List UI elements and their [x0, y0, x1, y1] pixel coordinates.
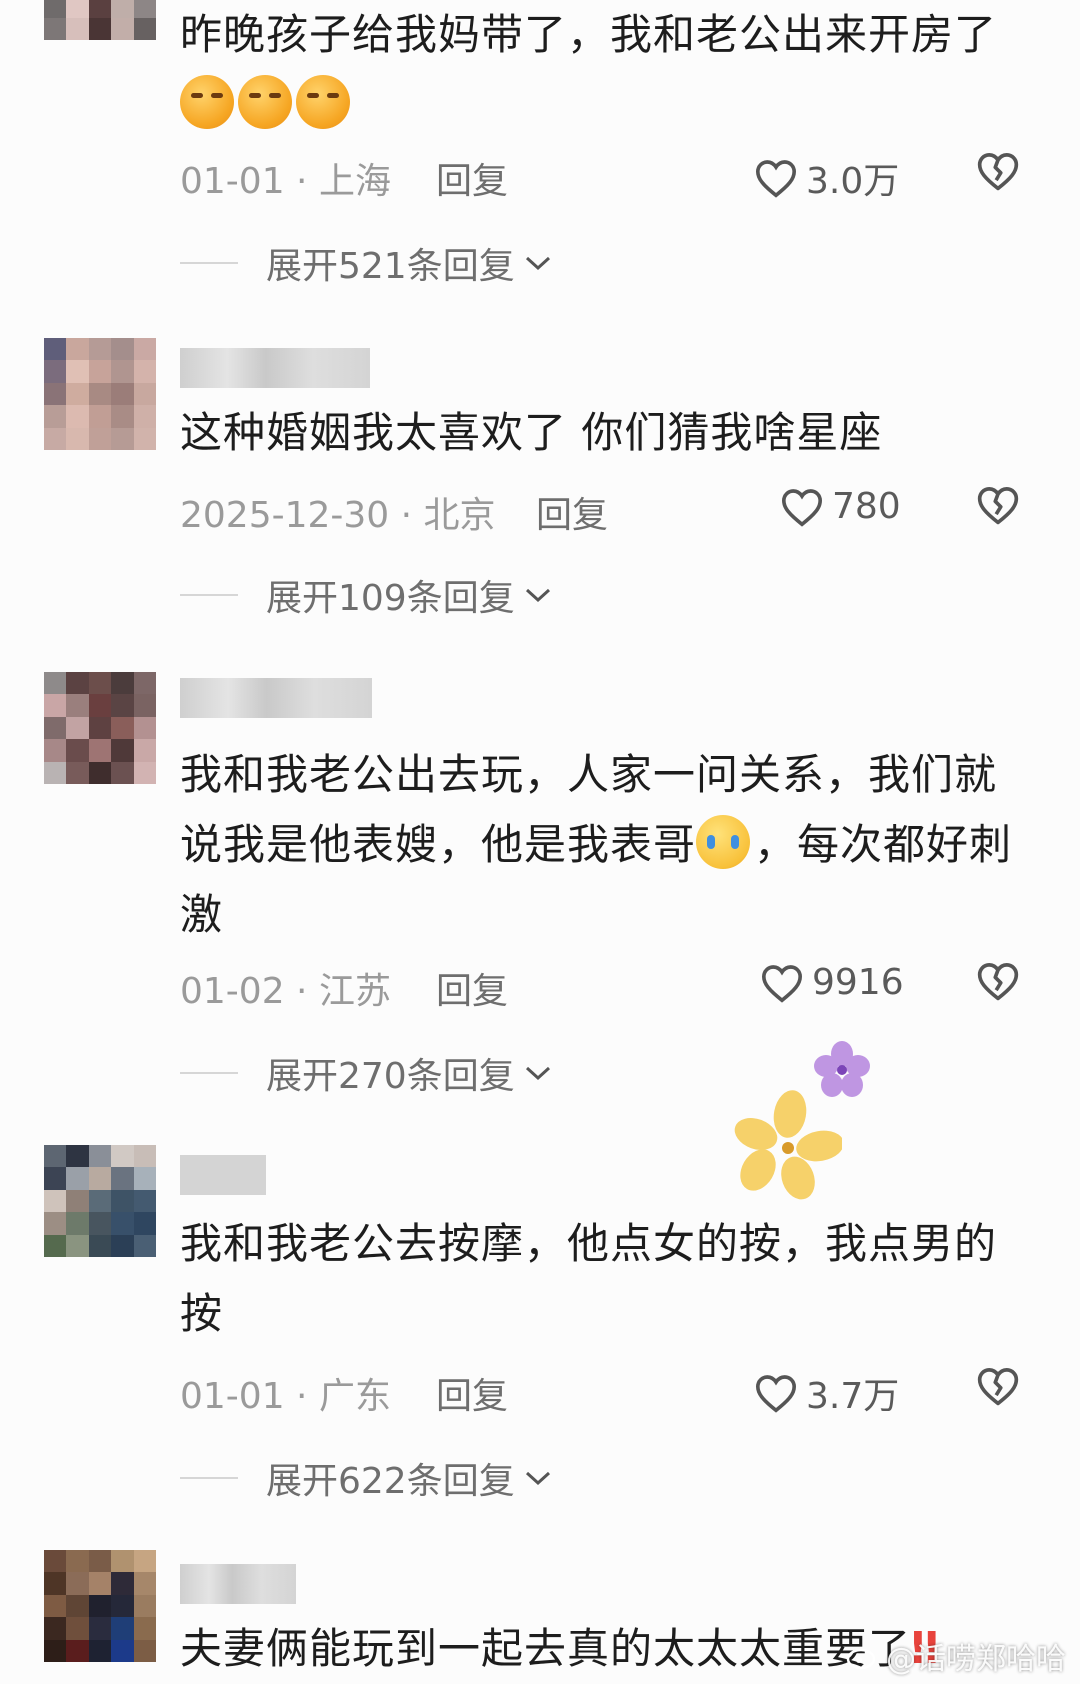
- avatar[interactable]: [44, 338, 156, 450]
- like-button[interactable]: 780: [780, 486, 901, 527]
- comment-text: 我和我老公出去玩，人家一问关系，我们就说我是他表嫂，他是我表哥 ，每次都好刺激: [180, 750, 1013, 939]
- date-location: 01-02 · 江苏: [180, 971, 391, 1012]
- comment-text: 昨晚孩子给我妈带了，我和老公出来开房了: [180, 0, 1020, 140]
- reply-button[interactable]: 回复: [436, 152, 508, 204]
- chevron-down-icon: [525, 1471, 550, 1486]
- comment-meta: 2025-12-30 · 北京 回复 780: [180, 486, 1040, 536]
- avatar[interactable]: [44, 1145, 156, 1257]
- date-location: 01-01 · 上海: [180, 161, 391, 202]
- like-button[interactable]: 9916: [760, 962, 904, 1003]
- divider: [180, 1072, 238, 1074]
- chevron-down-icon: [525, 1066, 550, 1081]
- sleepy-face-emoji-icon: [238, 75, 292, 129]
- like-count: 3.0万: [806, 161, 900, 202]
- username-blurred[interactable]: [180, 348, 370, 388]
- like-count: 9916: [812, 962, 904, 1003]
- reply-button[interactable]: 回复: [536, 486, 608, 538]
- like-count: 780: [832, 486, 901, 527]
- comment-meta: 01-01 · 广东 回复 3.7万: [180, 1367, 1040, 1417]
- heart-outline-icon: [755, 1375, 797, 1413]
- dislike-button[interactable]: [976, 484, 1020, 535]
- heart-outline-icon: [761, 964, 803, 1003]
- chevron-down-icon: [525, 588, 550, 603]
- avatar[interactable]: [44, 672, 156, 784]
- broken-heart-icon: [977, 487, 1019, 525]
- dislike-button[interactable]: [976, 1365, 1020, 1416]
- comment-meta: 01-01 · 上海 回复 3.0万: [180, 152, 1040, 202]
- sleepy-face-emoji-icon: [180, 75, 234, 129]
- username-blurred[interactable]: [180, 1564, 296, 1604]
- heart-outline-icon: [755, 160, 797, 198]
- sleepy-face-emoji-icon: [296, 75, 350, 129]
- broken-heart-icon: [977, 153, 1019, 191]
- dislike-button[interactable]: [976, 960, 1020, 1011]
- yellow-flower-sticker-icon: [734, 1090, 842, 1200]
- reply-button[interactable]: 回复: [436, 1367, 508, 1419]
- like-button[interactable]: 3.0万: [754, 152, 899, 204]
- username-blurred[interactable]: [180, 678, 372, 718]
- username-blurred[interactable]: [180, 1155, 266, 1195]
- expand-replies[interactable]: 展开622条回复: [180, 1453, 553, 1503]
- watermark: @话唠郑哈哈: [846, 1634, 1066, 1678]
- divider: [180, 1477, 238, 1479]
- divider: [180, 262, 238, 264]
- expand-replies[interactable]: 展开109条回复: [180, 570, 553, 620]
- avatar[interactable]: [44, 1550, 156, 1662]
- expand-replies[interactable]: 展开270条回复: [180, 1048, 553, 1098]
- expand-replies[interactable]: 展开521条回复: [180, 238, 553, 288]
- divider: [180, 594, 238, 596]
- date-location: 01-01 · 广东: [180, 1376, 391, 1417]
- broken-heart-icon: [977, 963, 1019, 1001]
- reply-button[interactable]: 回复: [436, 962, 508, 1014]
- like-button[interactable]: 3.7万: [754, 1367, 899, 1419]
- broken-heart-icon: [977, 1368, 1019, 1406]
- comment-text: 这种婚姻我太喜欢了 你们猜我啥星座: [180, 408, 883, 457]
- avatar[interactable]: [44, 0, 156, 40]
- heart-outline-icon: [781, 488, 823, 527]
- weibo-logo-icon: [846, 1648, 876, 1670]
- comment-meta: 01-02 · 江苏 回复 9916: [180, 962, 1040, 1012]
- crying-face-emoji-icon: [696, 815, 751, 869]
- comment-text: 我和我老公去按摩，他点女的按，我点男的按: [180, 1219, 998, 1338]
- like-count: 3.7万: [806, 1376, 900, 1417]
- chevron-down-icon: [525, 256, 550, 271]
- date-location: 2025-12-30 · 北京: [180, 495, 496, 536]
- dislike-button[interactable]: [976, 150, 1020, 201]
